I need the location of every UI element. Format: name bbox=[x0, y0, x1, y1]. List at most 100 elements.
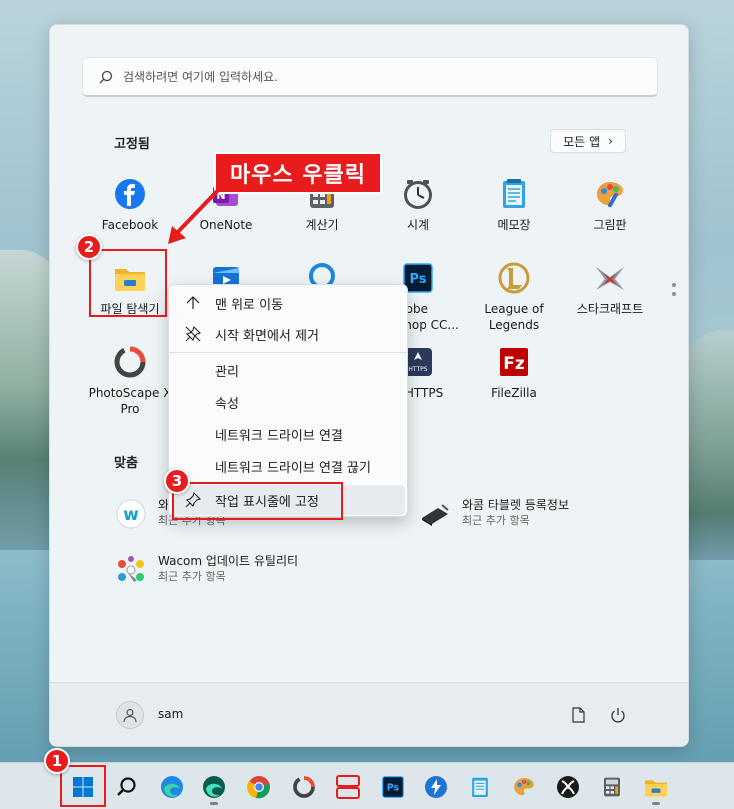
taskbar-layout-app[interactable] bbox=[330, 769, 366, 805]
svg-text:HTTPS: HTTPS bbox=[408, 366, 427, 373]
step-badge-2: 2 bbox=[76, 234, 102, 260]
menu-item-label: 맨 위로 이동 bbox=[215, 297, 284, 313]
paint-icon bbox=[514, 778, 534, 796]
search-box[interactable]: 검색하려면 여기에 입력하세요. bbox=[82, 57, 658, 97]
notepad-icon bbox=[497, 177, 531, 211]
svg-text:w: w bbox=[123, 505, 139, 525]
menu-separator bbox=[169, 352, 407, 353]
wacom-w-icon: w bbox=[114, 497, 148, 531]
svg-text:Ps: Ps bbox=[387, 783, 400, 794]
menu-item-label: 속성 bbox=[215, 396, 239, 412]
wacom-update-icon bbox=[114, 553, 148, 587]
pinned-app-clock[interactable]: 시계 bbox=[370, 177, 466, 233]
starcraft-icon bbox=[593, 261, 627, 295]
taskbar-photoscape[interactable] bbox=[286, 769, 322, 805]
app-label: 메모장 bbox=[497, 218, 531, 232]
menu-item-map-network-drive[interactable]: 네트워크 드라이브 연결 bbox=[173, 419, 405, 449]
taskbar-edge-dev[interactable] bbox=[196, 769, 232, 805]
app-label: PhotoScape X Pro bbox=[88, 386, 172, 416]
all-apps-button[interactable]: 모든 앱 › bbox=[550, 129, 626, 153]
edge-icon bbox=[161, 776, 183, 798]
pinned-app-paint[interactable]: 그림판 bbox=[562, 177, 658, 233]
taskbar-paint[interactable] bbox=[506, 769, 542, 805]
menu-item-disconnect-network-drive[interactable]: 네트워크 드라이브 연결 끊기 bbox=[173, 451, 405, 481]
taskbar-calculator[interactable] bbox=[594, 769, 630, 805]
folder-icon bbox=[645, 780, 667, 797]
all-apps-label: 모든 앱 bbox=[563, 134, 601, 149]
highlight-file-explorer bbox=[89, 249, 167, 317]
recommended-item[interactable]: 와콤 타블렛 등록정보 최근 추가 항목 bbox=[418, 497, 569, 531]
taskbar-notepad[interactable] bbox=[462, 769, 498, 805]
taskbar-file-explorer[interactable] bbox=[638, 769, 674, 805]
pinned-title: 고정됨 bbox=[114, 137, 150, 152]
taskbar-edge[interactable] bbox=[154, 769, 190, 805]
calculator-icon bbox=[604, 777, 620, 797]
menu-item-properties[interactable]: 속성 bbox=[173, 387, 405, 417]
pinned-app-league-of-legends[interactable]: League of Legends bbox=[466, 261, 562, 333]
user-icon bbox=[123, 708, 137, 723]
menu-item-manage[interactable]: 관리 bbox=[173, 355, 405, 385]
facebook-icon bbox=[113, 177, 147, 211]
avatar[interactable] bbox=[116, 701, 144, 729]
running-indicator bbox=[652, 802, 660, 805]
highlight-start-button bbox=[60, 765, 106, 807]
arrow-up-icon bbox=[173, 296, 213, 310]
https-icon bbox=[425, 776, 447, 798]
taskbar-chrome[interactable] bbox=[241, 769, 277, 805]
recommended-name: Wacom 업데이트 유틸리티 bbox=[158, 554, 299, 568]
chrome-icon bbox=[247, 776, 270, 799]
recommended-name: 와콤 타블렛 등록정보 bbox=[462, 498, 569, 512]
taskbar-https[interactable] bbox=[418, 769, 454, 805]
svg-text:Fz: Fz bbox=[503, 354, 525, 374]
taskbar-photoshop[interactable]: Ps bbox=[375, 769, 411, 805]
menu-item-move-to-top[interactable]: 맨 위로 이동 bbox=[173, 288, 405, 318]
right-click-callout: 마우스 우클릭 bbox=[214, 152, 382, 194]
taskbar-search-button[interactable] bbox=[109, 769, 145, 805]
running-indicator bbox=[210, 802, 218, 805]
taskbar-xbox[interactable] bbox=[550, 769, 586, 805]
pinned-app-notepad[interactable]: 메모장 bbox=[466, 177, 562, 233]
recommended-sub: 최근 추가 항목 bbox=[158, 570, 226, 583]
app-label: 시계 bbox=[406, 218, 430, 232]
callout-arrow-icon bbox=[168, 184, 224, 244]
recommended-item[interactable]: Wacom 업데이트 유틸리티 최근 추가 항목 bbox=[114, 553, 298, 587]
document-icon bbox=[572, 707, 585, 723]
search-icon bbox=[99, 70, 113, 83]
menu-item-unpin-from-start[interactable]: 시작 화면에서 제거 bbox=[173, 319, 405, 349]
user-name[interactable]: sam bbox=[158, 707, 183, 721]
notepad-icon bbox=[472, 777, 488, 797]
step-badge-1: 1 bbox=[44, 748, 70, 774]
photoscape-icon bbox=[293, 776, 315, 798]
documents-button[interactable] bbox=[566, 703, 590, 727]
recommended-title: 맞춤 bbox=[114, 456, 138, 471]
search-icon bbox=[117, 777, 136, 796]
layout-icon bbox=[336, 775, 360, 799]
taskbar: Ps bbox=[0, 762, 734, 809]
app-label: 스타크래프트 bbox=[576, 302, 644, 316]
power-icon bbox=[611, 708, 625, 723]
photoscape-icon bbox=[113, 345, 147, 379]
svg-text:Ps: Ps bbox=[409, 272, 426, 287]
xbox-icon bbox=[557, 776, 579, 798]
power-button[interactable] bbox=[606, 703, 630, 727]
pinned-app-starcraft[interactable]: 스타크래프트 bbox=[562, 261, 658, 317]
pinned-page-dots[interactable] bbox=[672, 283, 676, 301]
paint-icon bbox=[593, 177, 627, 211]
search-placeholder: 검색하려면 여기에 입력하세요. bbox=[123, 70, 278, 84]
chevron-right-icon: › bbox=[608, 134, 613, 148]
photoshop-icon: Ps bbox=[382, 776, 404, 798]
pinned-app-photoscape[interactable]: PhotoScape X Pro bbox=[82, 345, 178, 417]
menu-item-label: 네트워크 드라이브 연결 끊기 bbox=[215, 460, 371, 476]
app-label: League of Legends bbox=[484, 302, 544, 332]
app-label: 그림판 bbox=[593, 218, 627, 232]
menu-item-label: 관리 bbox=[215, 364, 239, 380]
start-footer: sam bbox=[50, 682, 688, 746]
app-label: FileZilla bbox=[491, 386, 537, 400]
filezilla-icon: Fz bbox=[497, 345, 531, 379]
pinned-app-filezilla[interactable]: Fz FileZilla bbox=[466, 345, 562, 401]
background-land-right bbox=[684, 330, 734, 560]
menu-item-label: 시작 화면에서 제거 bbox=[215, 328, 319, 344]
menu-item-label: 네트워크 드라이브 연결 bbox=[215, 428, 343, 444]
highlight-pin-to-taskbar bbox=[172, 482, 343, 520]
recommended-sub: 최근 추가 항목 bbox=[462, 514, 530, 527]
